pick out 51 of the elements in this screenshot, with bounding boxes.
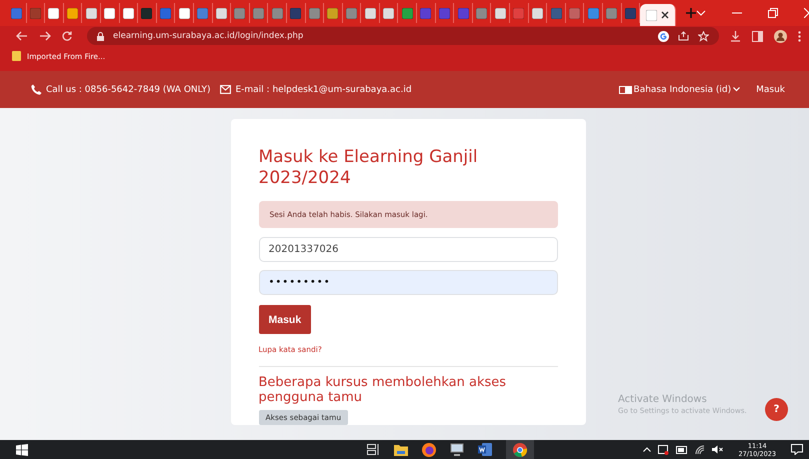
battery-icon[interactable] [676,446,688,454]
login-title: Masuk ke Elearning Ganjil 2023/2024 [258,147,479,189]
task-view-icon[interactable] [366,444,380,455]
forward-icon[interactable] [39,31,51,41]
folder-icon[interactable] [394,444,408,456]
chrome-icon [512,442,527,456]
browser-tab[interactable] [417,3,436,23]
share-icon[interactable] [678,31,689,41]
phone-text: Call us : 0856-5642-7849 (WA ONLY) [46,84,210,94]
guest-heading: Beberapa kursus membolehkan akses pengguna tamu [258,375,508,405]
folder-icon [12,51,21,61]
caret-icon [733,87,740,92]
url-text: elearning.um-surabaya.ac.id/login/index.php [113,31,304,41]
username-field[interactable]: 20201337026 [258,237,558,262]
firefox-icon[interactable] [422,442,436,456]
monitor-icon[interactable] [450,443,464,456]
login-button[interactable]: Masuk [258,305,312,334]
download-icon[interactable] [730,30,741,42]
chevron-down-icon[interactable] [696,10,706,16]
envelope-icon [220,85,232,94]
word-icon[interactable] [478,443,492,456]
avatar-icon[interactable] [774,30,787,42]
chrome-taskbar-button[interactable] [506,440,534,459]
address-field[interactable]: elearning.um-surabaya.ac.id/login/index.php [87,27,719,45]
language-menu[interactable]: Bahasa Indonesia (id) [618,84,740,94]
login-link[interactable]: Masuk [756,84,785,94]
restore-icon[interactable] [768,8,778,18]
email-text: E-mail : helpdesk1@um-surabaya.ac.id [235,84,412,94]
windows-icon[interactable] [16,444,28,456]
chevron-up-icon[interactable] [642,447,651,452]
browser-tab[interactable] [138,3,157,23]
help-button[interactable]: ? [765,398,788,421]
notification-icon[interactable] [791,444,803,455]
menu-icon[interactable] [798,30,801,42]
browser-tab[interactable] [8,3,27,23]
star-icon[interactable] [698,30,709,42]
browser-tab[interactable] [640,4,676,26]
activation-title: Activate Windows [618,394,708,405]
minimize-icon[interactable] [732,12,742,14]
wifi-icon[interactable] [694,444,705,454]
browser-tab[interactable] [45,3,64,23]
phone-icon [31,84,42,95]
lock-icon [97,32,104,40]
reload-icon[interactable] [62,31,72,41]
mute-icon[interactable] [712,445,724,454]
plus-icon[interactable] [686,8,696,18]
back-icon[interactable] [16,31,28,41]
google-icon[interactable] [658,30,669,42]
side-panel-icon[interactable] [752,30,763,42]
password-field[interactable]: ••••••••• [258,270,558,295]
close-icon[interactable] [661,11,670,19]
